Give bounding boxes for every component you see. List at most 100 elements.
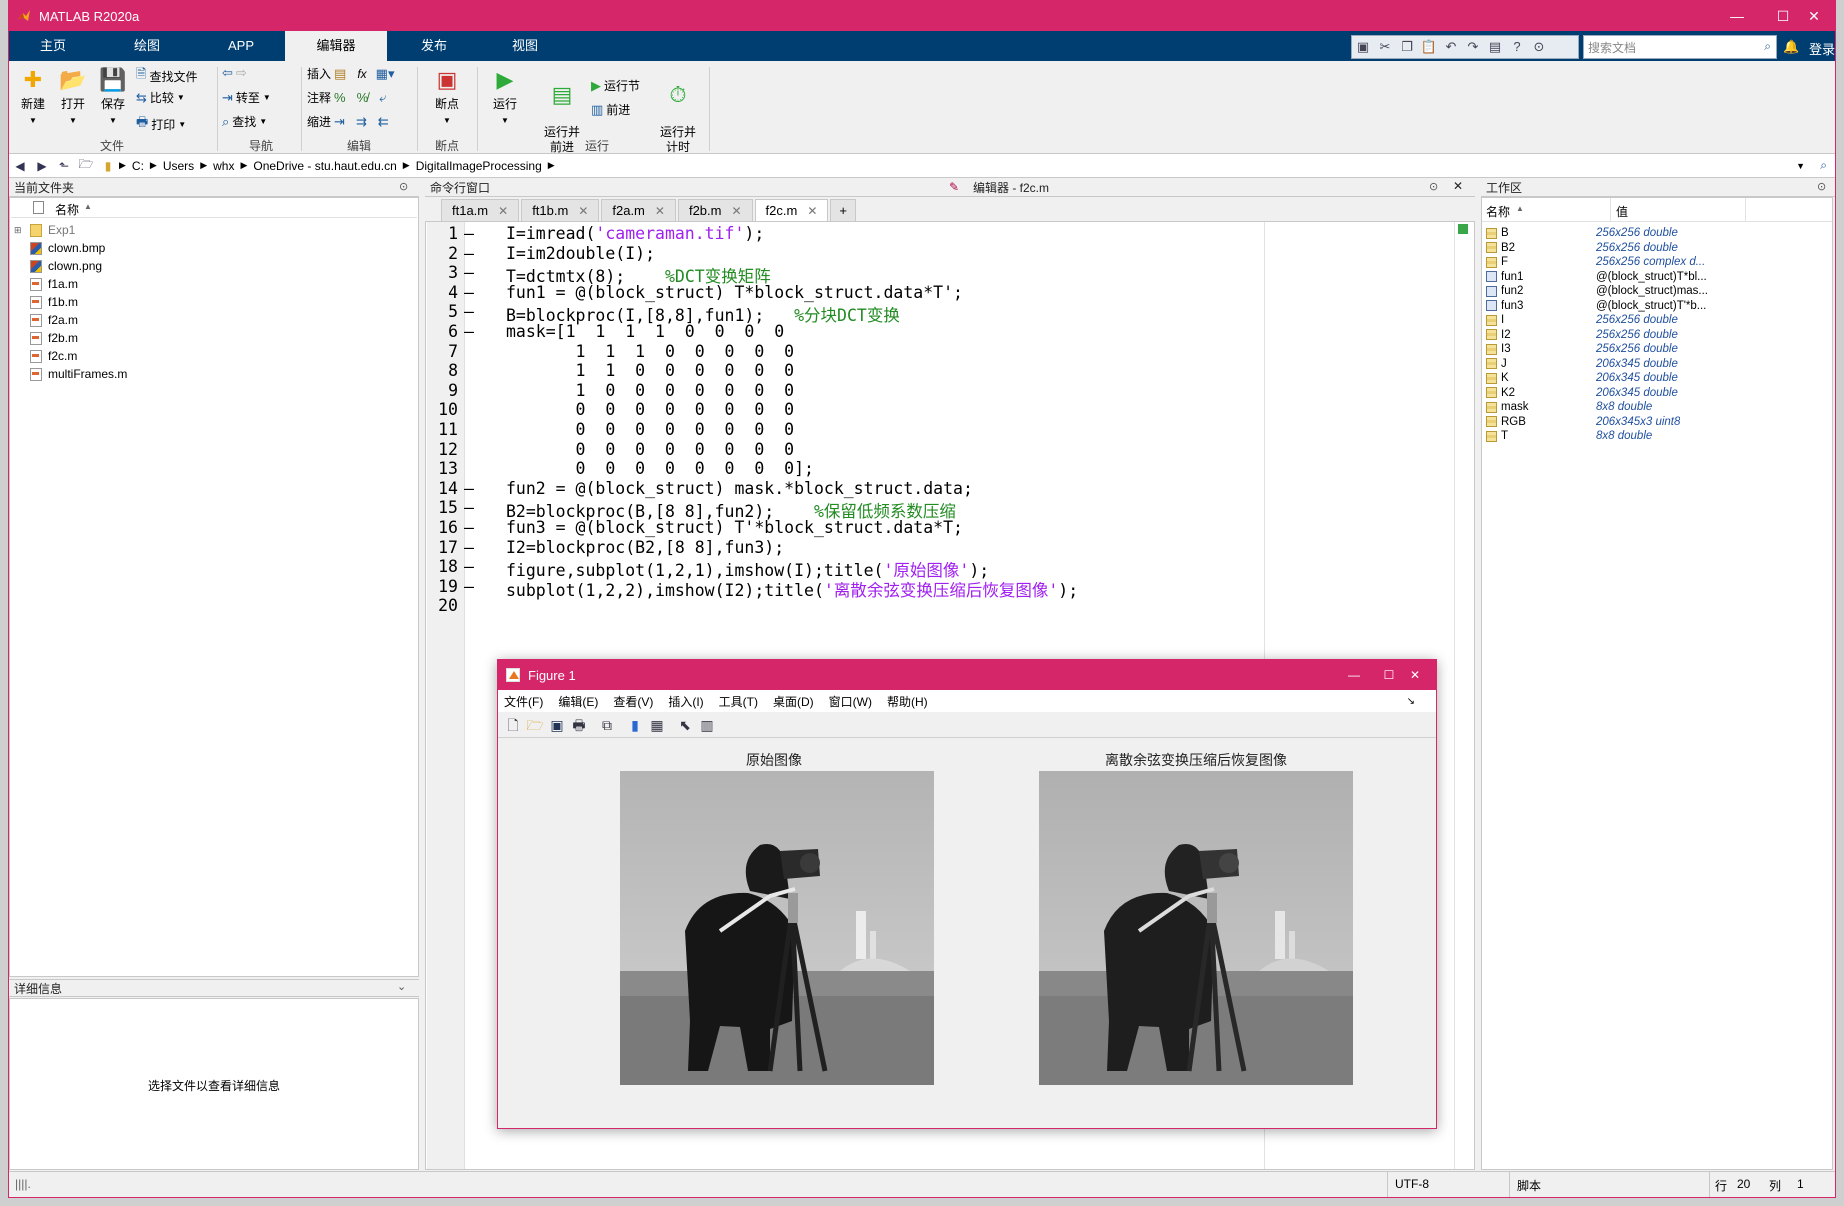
- run-section-button[interactable]: ▶ 运行节: [591, 77, 640, 94]
- code-line[interactable]: subplot(1,2,2),imshow(I2);title('离散余弦变换压…: [506, 577, 1078, 601]
- workspace-name-header[interactable]: 名称: [1486, 203, 1510, 220]
- workspace-variable-row[interactable]: fun2 @(block_struct)mas...: [1484, 284, 1830, 299]
- forward-icon[interactable]: ▶: [31, 159, 53, 173]
- decrease-indent-icon[interactable]: ⇇: [378, 114, 389, 130]
- line-dash[interactable]: –: [464, 557, 474, 576]
- line-dash[interactable]: –: [464, 322, 474, 341]
- code-line[interactable]: fun3 = @(block_struct) T'*block_struct.d…: [506, 518, 963, 537]
- close-tab-icon[interactable]: ✕: [731, 200, 741, 222]
- close-tab-icon[interactable]: ✕: [807, 200, 817, 222]
- open-file-icon[interactable]: 🗁: [524, 714, 546, 736]
- run-button[interactable]: ▶ 运行 ▼: [485, 67, 525, 126]
- workspace-variable-row[interactable]: mask 8x8 double: [1484, 400, 1830, 415]
- undo-icon[interactable]: ↶: [1440, 36, 1462, 58]
- dock-arrow-icon[interactable]: ↘: [1407, 696, 1415, 707]
- code-line[interactable]: 1 1 0 0 0 0 0 0: [506, 361, 795, 380]
- file-item[interactable]: f2c.m: [30, 347, 77, 365]
- file-item[interactable]: f2a.m: [30, 311, 78, 329]
- insert-more-icon[interactable]: ▦▾: [376, 66, 395, 82]
- copy-icon[interactable]: ❐: [1396, 36, 1418, 58]
- tab-home[interactable]: 主页: [9, 31, 97, 61]
- tab-publish[interactable]: 发布: [387, 31, 481, 61]
- tab-apps[interactable]: APP: [197, 31, 285, 61]
- line-dash[interactable]: –: [464, 479, 474, 498]
- workspace-variable-row[interactable]: T 8x8 double: [1484, 429, 1830, 444]
- command-window-title[interactable]: 命令行窗口: [425, 179, 945, 197]
- link-plot-icon[interactable]: ⧉: [596, 714, 618, 736]
- colorbar-icon[interactable]: ▮: [624, 714, 646, 736]
- redo-icon[interactable]: ↷: [1462, 36, 1484, 58]
- new-button[interactable]: ✚ 新建 ▼: [15, 67, 51, 126]
- workspace-variable-row[interactable]: I3 256x256 double: [1484, 342, 1830, 357]
- add-tab-button[interactable]: +: [830, 199, 856, 221]
- editor-tab[interactable]: f2a.m ✕: [601, 199, 676, 221]
- column-name-header[interactable]: 名称: [55, 201, 79, 218]
- nav-back-forward[interactable]: ⇦ ⇨: [222, 65, 247, 81]
- code-line[interactable]: 0 0 0 0 0 0 0 0: [506, 440, 795, 459]
- print-button[interactable]: 🖶 打印 ▼: [136, 113, 186, 135]
- menu-help[interactable]: 帮助(H): [887, 693, 928, 710]
- code-line[interactable]: I=imread('cameraman.tif');: [506, 224, 764, 243]
- file-item[interactable]: multiFrames.m: [30, 365, 127, 383]
- workspace-variable-row[interactable]: fun3 @(block_struct)T'*b...: [1484, 299, 1830, 314]
- code-line[interactable]: 0 0 0 0 0 0 0 0];: [506, 459, 814, 478]
- advance-button[interactable]: ▥ 前进: [591, 101, 630, 118]
- editor-tab[interactable]: ft1a.m ✕: [441, 199, 520, 222]
- find-button[interactable]: ⌕ 查找 ▼: [222, 113, 267, 130]
- menu-insert[interactable]: 插入(I): [668, 693, 703, 710]
- tab-view[interactable]: 视图: [481, 31, 569, 61]
- legend-icon[interactable]: ▦: [646, 714, 668, 736]
- workspace-variable-row[interactable]: fun1 @(block_struct)T*bl...: [1484, 270, 1830, 285]
- workspace-variable-row[interactable]: J 206x345 double: [1484, 357, 1830, 372]
- figure-close-button[interactable]: ✕: [1392, 660, 1438, 690]
- close-button[interactable]: ✕: [1791, 1, 1837, 31]
- workspace-variable-row[interactable]: B2 256x256 double: [1484, 241, 1830, 256]
- file-item[interactable]: f1b.m: [30, 293, 78, 311]
- line-dash[interactable]: –: [464, 283, 474, 302]
- line-dash[interactable]: –: [464, 538, 474, 557]
- paste-icon[interactable]: 📋: [1418, 36, 1440, 58]
- breakpoints-button[interactable]: ▣ 断点 ▼: [427, 67, 467, 126]
- compare-button[interactable]: ⇆ 比较 ▼: [136, 89, 185, 106]
- options-icon[interactable]: ⊙: [1528, 36, 1550, 58]
- cut-icon[interactable]: ✂: [1374, 36, 1396, 58]
- close-tab-icon[interactable]: ✕: [498, 200, 508, 222]
- workspace-variable-row[interactable]: K2 206x345 double: [1484, 386, 1830, 401]
- login-link[interactable]: 登录: [1809, 39, 1835, 58]
- menu-window[interactable]: 窗口(W): [829, 693, 872, 710]
- line-dash[interactable]: –: [464, 263, 474, 282]
- code-line[interactable]: I2=blockproc(B2,[8 8],fun3);: [506, 538, 784, 557]
- code-line[interactable]: fun1 = @(block_struct) T*block_struct.da…: [506, 283, 963, 302]
- uncomment-icon[interactable]: %̸: [357, 90, 369, 105]
- find-files-button[interactable]: 🗎 查找文件: [136, 65, 197, 87]
- new-figure-icon[interactable]: 🗋: [502, 714, 524, 736]
- breadcrumb-item[interactable]: DigitalImageProcessing: [410, 159, 548, 173]
- workspace-options-icon[interactable]: ⊙: [1817, 180, 1826, 193]
- close-tab-icon[interactable]: ✕: [578, 200, 588, 222]
- comment-button[interactable]: 注释% %̸ ⤶: [307, 89, 386, 106]
- file-item[interactable]: f1a.m: [30, 275, 78, 293]
- file-item[interactable]: clown.png: [30, 257, 102, 275]
- address-dropdown-icon[interactable]: ▼: [1796, 161, 1805, 171]
- save-figure-icon[interactable]: ▣: [546, 714, 568, 736]
- menu-view[interactable]: 查看(V): [613, 693, 653, 710]
- details-collapse-icon[interactable]: ⌄: [397, 980, 406, 993]
- indent-button[interactable]: 缩进 ⇥ ⇉ ⇇: [307, 113, 389, 130]
- editor-tab-active[interactable]: f2c.m ✕: [754, 199, 829, 222]
- property-editor-icon[interactable]: ▥: [696, 714, 718, 736]
- line-dash[interactable]: –: [464, 224, 474, 243]
- line-dash[interactable]: –: [464, 302, 474, 321]
- code-line[interactable]: 0 0 0 0 0 0 0 0: [506, 400, 795, 419]
- editor-tab[interactable]: f2b.m ✕: [677, 199, 753, 222]
- switch-windows-icon[interactable]: ▤: [1484, 36, 1506, 58]
- code-line[interactable]: fun2 = @(block_struct) mask.*block_struc…: [506, 479, 973, 498]
- tab-plots[interactable]: 绘图: [97, 31, 197, 61]
- code-line[interactable]: mask=[1 1 1 1 0 0 0 0: [506, 322, 784, 341]
- code-analyzer-status-icon[interactable]: [1458, 224, 1468, 234]
- menu-edit[interactable]: 编辑(E): [558, 693, 598, 710]
- search-docs-input[interactable]: 搜索文档 ⌕: [1583, 35, 1777, 59]
- save-icon[interactable]: ▣: [1352, 36, 1374, 58]
- line-dash[interactable]: –: [464, 577, 474, 596]
- file-item[interactable]: clown.bmp: [30, 239, 105, 257]
- notification-bell-icon[interactable]: 🔔: [1783, 39, 1799, 55]
